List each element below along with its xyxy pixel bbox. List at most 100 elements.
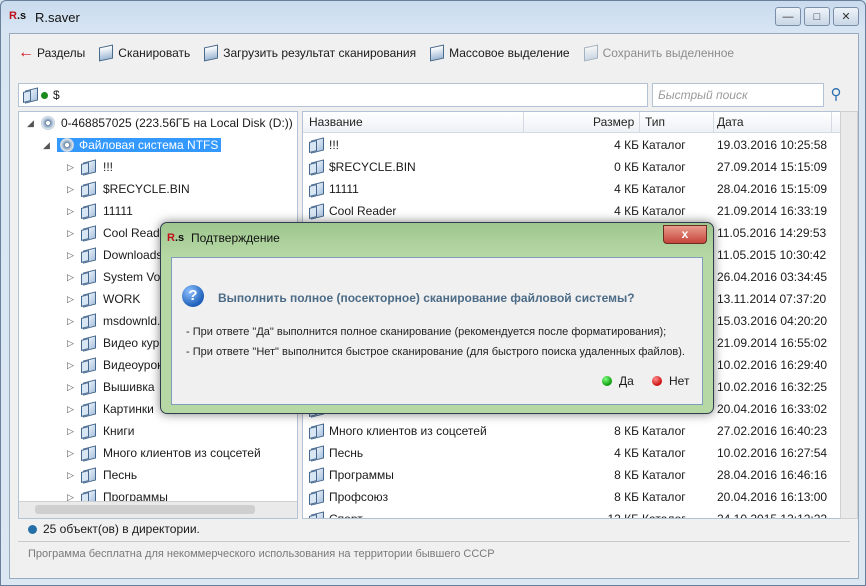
cell-type: Каталог: [642, 446, 686, 460]
cell-name: $RECYCLE.BIN: [329, 160, 416, 174]
col-size-header[interactable]: Размер: [593, 115, 634, 129]
path-field[interactable]: $: [18, 83, 648, 107]
tree-item[interactable]: ▷ $RECYCLE.BIN: [67, 178, 190, 200]
expand-icon[interactable]: ▷: [67, 206, 75, 217]
status-bar: 25 объект(ов) в директории.: [28, 522, 200, 536]
expand-icon[interactable]: ▷: [67, 404, 75, 415]
tree-item[interactable]: ▷ Downloads: [67, 244, 162, 266]
partitions-button[interactable]: ← Разделы: [18, 44, 86, 61]
load-scan-button[interactable]: Загрузить результат сканирования: [204, 44, 416, 62]
cell-type: Каталог: [642, 490, 686, 504]
expand-icon[interactable]: ▷: [67, 162, 75, 173]
table-row[interactable]: Программы 8 КБ Каталог 28.04.2016 16:46:16: [303, 464, 841, 486]
folder-icon: [81, 380, 97, 394]
table-row[interactable]: Cool Reader 4 КБ Каталог 21.09.2014 16:33:1…: [303, 200, 841, 222]
cell-size: 8 КБ: [614, 424, 639, 438]
expand-icon[interactable]: ▷: [67, 448, 75, 459]
partitions-label: Разделы: [37, 46, 86, 60]
tree-item[interactable]: ▷ Вышивка: [67, 376, 155, 398]
close-icon: x: [681, 227, 689, 241]
dialog-question: Выполнить полное (посекторное) сканирова…: [218, 291, 635, 305]
table-row[interactable]: Спорт 12 КБ Каталог 24.10.2015 13:12:22: [303, 508, 841, 519]
back-arrow-icon: ←: [18, 44, 34, 61]
tree-item[interactable]: ▷ Песнь: [67, 464, 137, 486]
file-list-vertical-scrollbar[interactable]: [840, 111, 858, 519]
cell-size: 4 КБ: [614, 138, 639, 152]
mass-select-label: Массовое выделение: [449, 46, 570, 60]
tree-selected-item[interactable]: Файловая система NTFS: [57, 138, 222, 152]
expand-icon[interactable]: ▷: [67, 426, 75, 437]
table-row[interactable]: !!! 4 КБ Каталог 19.03.2016 10:25:58: [303, 134, 841, 156]
scan-button[interactable]: Сканировать: [99, 44, 190, 62]
expand-icon[interactable]: ▷: [67, 338, 75, 349]
expand-icon[interactable]: ▷: [67, 316, 75, 327]
tree-item[interactable]: ▷ Cool Reader: [67, 222, 170, 244]
search-icon[interactable]: ⚲: [826, 85, 846, 105]
col-type-header[interactable]: Тип: [645, 115, 665, 129]
expand-icon[interactable]: ▷: [67, 228, 75, 239]
folder-icon: [81, 358, 97, 372]
tree-item[interactable]: ▷ Видеоуроки: [67, 354, 169, 376]
maximize-icon[interactable]: □: [804, 7, 830, 26]
table-row[interactable]: Песнь 4 КБ Каталог 10.02.2016 16:27:54: [303, 442, 841, 464]
table-row[interactable]: $RECYCLE.BIN 0 КБ Каталог 27.09.2014 15:15:…: [303, 156, 841, 178]
folder-icon: [81, 402, 97, 416]
dialog-close-button[interactable]: x: [663, 225, 707, 244]
cell-date: 21.09.2014 16:55:02: [717, 336, 828, 350]
tree-disk-node[interactable]: ◢ 0-468857025 (223.56ГБ на Local Disk (D…: [27, 112, 293, 134]
expand-icon[interactable]: ▷: [67, 294, 75, 305]
expand-icon[interactable]: ▷: [67, 360, 75, 371]
disk-icon: [41, 116, 55, 130]
hint-yes: - При ответе "Да" выполнится полное скан…: [186, 326, 667, 338]
cell-size: 4 КБ: [614, 182, 639, 196]
red-dot-icon: [652, 376, 662, 386]
cell-date: 20.04.2016 16:33:02: [717, 402, 828, 416]
tree-item[interactable]: ▷ WORK: [67, 288, 140, 310]
expand-icon[interactable]: ▷: [67, 272, 75, 283]
window-controls: — □ ✕: [775, 7, 859, 26]
no-button[interactable]: Нет: [652, 374, 689, 388]
expand-icon[interactable]: ▷: [67, 250, 75, 261]
close-icon[interactable]: ✕: [833, 7, 859, 26]
title-bar[interactable]: R.s R.saver — □ ✕: [1, 1, 866, 33]
folder-icon: [81, 424, 97, 438]
hint-no: - При ответе "Нет" выполнится быстрое ск…: [186, 346, 685, 358]
tree-filesystem-node[interactable]: ◢ Файловая система NTFS: [43, 134, 222, 156]
cell-type: Каталог: [642, 182, 686, 196]
table-row[interactable]: Профсоюз 8 КБ Каталог 20.04.2016 16:13:00: [303, 486, 841, 508]
expand-icon[interactable]: ▷: [67, 382, 75, 393]
yes-button[interactable]: Да: [602, 374, 634, 388]
cell-name: Профсоюз: [329, 490, 389, 504]
expand-icon[interactable]: ▷: [67, 470, 75, 481]
folder-icon: [81, 292, 97, 306]
tree-item[interactable]: ▷!!!: [67, 156, 113, 178]
folder-icon: [309, 204, 325, 218]
tree-item[interactable]: ▷ Книги: [67, 420, 134, 442]
cell-type: Каталог: [642, 424, 686, 438]
table-row[interactable]: Много клиентов из соцсетей 8 КБ Каталог 27.…: [303, 420, 841, 442]
collapse-icon[interactable]: ◢: [43, 140, 51, 151]
collapse-icon[interactable]: ◢: [27, 118, 35, 129]
minimize-icon[interactable]: —: [775, 7, 801, 26]
tree-item-label: 11111: [103, 204, 133, 218]
tree-item[interactable]: ▷ 11111: [67, 200, 133, 222]
col-date-header[interactable]: Дата: [717, 115, 744, 129]
save-selected-button[interactable]: Сохранить выделенное: [583, 44, 735, 62]
cell-date: 10.02.2016 16:29:40: [717, 358, 828, 372]
quick-search-input[interactable]: Быстрый поиск: [652, 83, 824, 107]
cell-date: 10.02.2016 16:32:25: [717, 380, 828, 394]
tree-item[interactable]: ▷ Много клиентов из соцсетей: [67, 442, 261, 464]
col-name-header[interactable]: Название: [309, 115, 363, 129]
cell-name: Песнь: [329, 446, 364, 460]
mass-select-button[interactable]: Массовое выделение: [430, 44, 570, 62]
cell-type: Каталог: [642, 138, 686, 152]
expand-icon[interactable]: ▷: [67, 184, 75, 195]
folder-icon: [309, 138, 325, 152]
table-row[interactable]: 11111 4 КБ Каталог 28.04.2016 15:15:09: [303, 178, 841, 200]
save-selected-label: Сохранить выделенное: [602, 46, 735, 60]
confirmation-dialog: R.s Подтверждение x ? Выполнить полное (…: [160, 222, 714, 414]
filesystem-icon: [60, 138, 74, 152]
tree-item[interactable]: ▷ Картинки: [67, 398, 154, 420]
tree-horizontal-scrollbar[interactable]: [19, 501, 297, 518]
cell-size: 12 КБ: [607, 512, 639, 519]
